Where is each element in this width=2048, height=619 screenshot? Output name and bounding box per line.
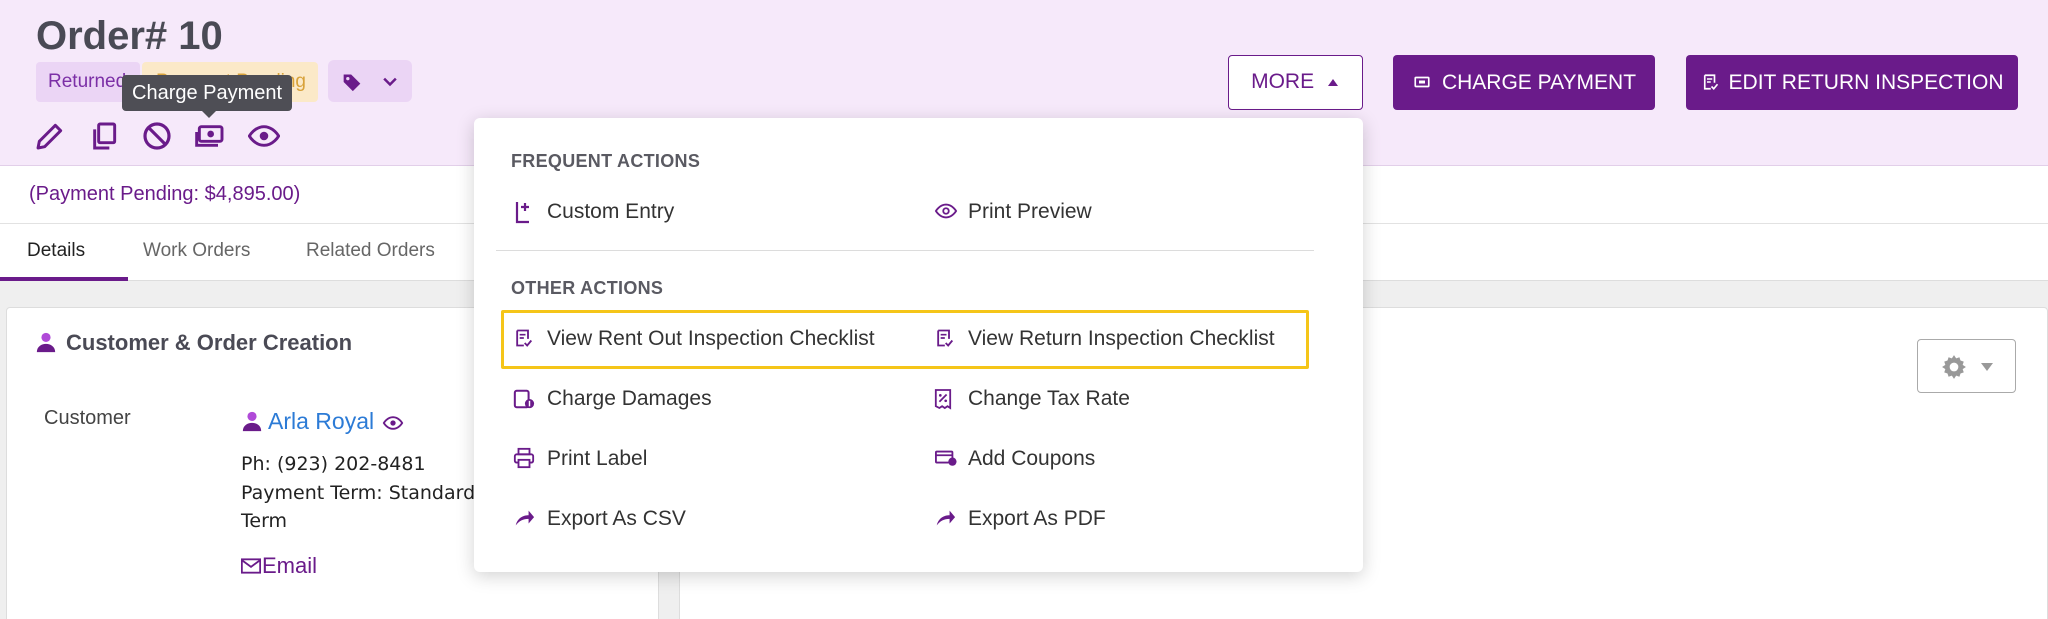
checklist-icon [1703, 74, 1718, 90]
menu-divider [496, 250, 1314, 251]
caret-up-icon [1327, 79, 1338, 87]
view-eye-icon[interactable] [248, 120, 280, 152]
menu-item-view-return-inspection[interactable]: View Return Inspection Checklist [937, 327, 1275, 351]
export-arrow-icon [936, 510, 956, 526]
user-icon [36, 332, 56, 353]
chevron-down-icon [383, 77, 397, 87]
menu-item-view-rent-out-inspection[interactable]: View Rent Out Inspection Checklist [516, 327, 875, 351]
more-button[interactable]: MORE [1228, 55, 1363, 110]
menu-item-print-preview[interactable]: Print Preview [934, 200, 1092, 224]
export-arrow-icon [515, 510, 535, 526]
custom-entry-icon [515, 202, 529, 224]
gear-icon [1942, 355, 1966, 379]
menu-item-change-tax-rate[interactable]: Change Tax Rate [934, 387, 1130, 411]
menu-item-label: Print Preview [968, 200, 1092, 223]
checklist-icon [937, 329, 954, 347]
menu-item-label: View Return Inspection Checklist [968, 327, 1275, 350]
menu-item-label: Export As CSV [547, 507, 686, 530]
frequent-actions-heading: FREQUENT ACTIONS [511, 151, 701, 171]
charge-payment-tooltip: Charge Payment [122, 75, 293, 118]
customer-label: Customer [44, 407, 131, 429]
other-actions-heading: OTHER ACTIONS [511, 278, 664, 298]
tag-icon [343, 74, 361, 92]
copy-icon[interactable] [88, 120, 120, 152]
more-button-label: MORE [1251, 70, 1315, 93]
edit-return-inspection-button[interactable]: EDIT RETURN INSPECTION [1686, 55, 2018, 110]
view-customer-eye-icon[interactable] [380, 413, 406, 433]
tab-details[interactable]: Details [27, 240, 85, 262]
charge-payment-icon[interactable] [194, 120, 226, 152]
menu-item-print-label[interactable]: Print Label [513, 447, 648, 471]
charge-payment-button[interactable]: CHARGE PAYMENT [1393, 55, 1655, 110]
menu-item-export-csv[interactable]: Export As CSV [515, 507, 686, 531]
payment-pending-text: (Payment Pending: $4,895.00) [29, 183, 301, 205]
customer-name-link[interactable]: Arla Royal [268, 408, 374, 435]
edit-pencil-icon[interactable] [34, 120, 66, 152]
edit-return-inspection-label: EDIT RETURN INSPECTION [1728, 71, 2004, 94]
menu-item-label: Charge Damages [547, 387, 712, 410]
menu-item-custom-entry[interactable]: Custom Entry [515, 200, 675, 224]
menu-item-label: Add Coupons [968, 447, 1096, 470]
coupon-icon [935, 450, 957, 466]
tab-related-orders[interactable]: Related Orders [306, 240, 435, 262]
page-title: Order# 10 [36, 14, 223, 58]
customer-user-icon [242, 411, 262, 432]
charge-payment-label: CHARGE PAYMENT [1441, 71, 1637, 94]
settings-dropdown-button[interactable] [1917, 339, 2016, 393]
menu-item-add-coupons[interactable]: Add Coupons [935, 447, 1096, 471]
menu-item-export-pdf[interactable]: Export As PDF [936, 507, 1106, 531]
payment-term-cont: Term [241, 510, 288, 532]
payment-term: Payment Term: Standard [241, 482, 476, 504]
eye-icon [934, 203, 958, 219]
menu-item-charge-damages[interactable]: Charge Damages [513, 387, 712, 411]
customer-phone: Ph: (923) 202-8481 [241, 453, 426, 475]
menu-item-label: Print Label [547, 447, 648, 470]
menu-item-label: Export As PDF [968, 507, 1106, 530]
tax-receipt-icon [934, 389, 952, 410]
more-actions-menu: FREQUENT ACTIONS Custom Entry Print Prev… [474, 118, 1363, 572]
checklist-icon [516, 329, 533, 347]
payment-icon [1414, 76, 1430, 88]
menu-item-label: Change Tax Rate [968, 387, 1130, 410]
tab-work-orders[interactable]: Work Orders [143, 240, 250, 262]
cancel-block-icon[interactable] [141, 120, 173, 152]
damage-dollar-icon [513, 389, 535, 409]
tag-dropdown-button[interactable] [328, 60, 412, 102]
email-link[interactable]: Email [262, 553, 317, 579]
mail-icon [241, 558, 261, 574]
menu-item-label: View Rent Out Inspection Checklist [547, 327, 875, 350]
caret-down-icon [1981, 363, 1993, 371]
menu-item-label: Custom Entry [547, 200, 675, 223]
printer-icon [513, 447, 535, 469]
card-title: Customer & Order Creation [66, 330, 353, 355]
